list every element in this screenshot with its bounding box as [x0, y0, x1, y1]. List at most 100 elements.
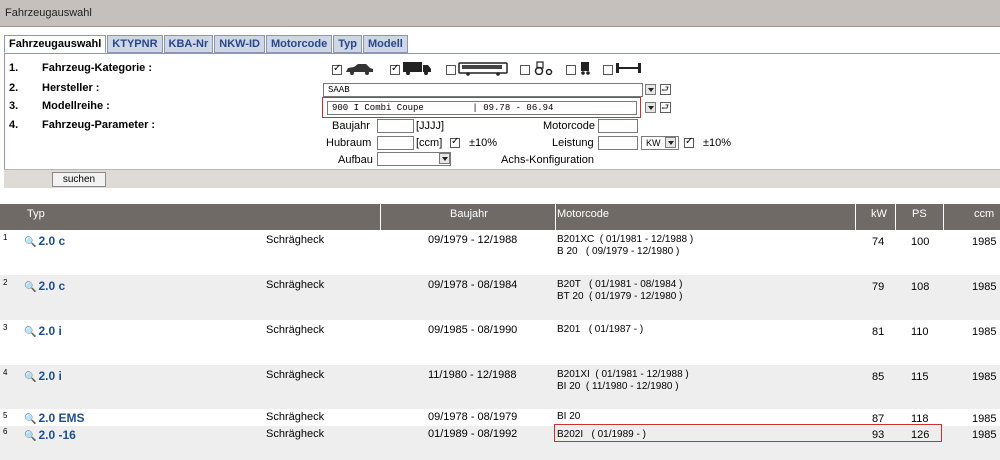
type-link[interactable]: 🔍 2.0 i	[24, 369, 62, 383]
col-header-baujahr[interactable]: Baujahr	[450, 208, 488, 220]
bus-icon	[458, 62, 508, 76]
ccm-value: 1985	[972, 371, 997, 383]
ps-value: 110	[911, 326, 929, 338]
model-series-label: Modellreihe :	[42, 100, 110, 112]
type-link[interactable]: 🔍 2.0 EMS	[24, 411, 84, 425]
table-row[interactable]: 4 🔍 2.0 i Schrägheck 11/1980 - 12/1988 B2…	[0, 365, 1000, 409]
motorcode-list: BI 20	[557, 411, 581, 422]
kw-value: 74	[872, 236, 885, 248]
category-tractor-checkbox[interactable]	[520, 65, 530, 75]
hubraum-tolerance-checkbox[interactable]	[450, 136, 460, 148]
hubraum-tolerance-label: ±10%	[469, 137, 498, 149]
ccm-value: 1985	[972, 236, 997, 248]
baujahr-label: Baujahr	[332, 120, 370, 132]
leistung-label: Leistung	[552, 137, 594, 149]
leistung-tolerance-checkbox[interactable]	[684, 136, 694, 148]
search-bar: suchen	[4, 169, 1000, 188]
ccm-value: 1985	[972, 326, 997, 338]
row-index: 6	[3, 427, 8, 436]
motorcode-label: Motorcode	[543, 120, 595, 132]
body-type: Schrägheck	[266, 234, 325, 246]
table-row[interactable]: 3 🔍 2.0 i Schrägheck 09/1985 - 08/1990 B2…	[0, 320, 1000, 365]
type-link[interactable]: 🔍 2.0 -16	[24, 428, 76, 442]
leistung-tolerance-label: ±10%	[703, 137, 732, 149]
hubraum-label: Hubraum	[326, 137, 372, 149]
table-row[interactable]: 2 🔍 2.0 c Schrägheck 09/1978 - 08/1984 B2…	[0, 275, 1000, 320]
key-icon: 🔍	[24, 372, 37, 383]
category-label: Fahrzeug-Kategorie :	[42, 62, 153, 74]
baujahr-input[interactable]	[377, 119, 414, 133]
hubraum-input[interactable]	[377, 136, 414, 150]
row-number: 4.	[9, 119, 19, 131]
col-header-ccm[interactable]: ccm	[974, 208, 994, 220]
col-header-ps[interactable]: PS	[912, 208, 927, 220]
car-icon	[346, 64, 373, 75]
highlight-box	[554, 424, 942, 442]
row-index: 4	[3, 368, 8, 377]
model-series-apply-icon[interactable]	[660, 100, 671, 116]
tractor-icon	[534, 61, 553, 75]
body-type: Schrägheck	[266, 411, 325, 423]
category-truck-checkbox[interactable]	[390, 63, 400, 75]
aufbau-dropdown-arrow[interactable]	[439, 153, 450, 164]
year-range: 09/1978 - 08/1984	[428, 279, 518, 291]
achs-konfiguration-label: Achs-Konfiguration	[501, 154, 594, 166]
category-axle-checkbox[interactable]	[603, 65, 613, 75]
tab-modell[interactable]: Modell	[362, 35, 408, 53]
model-series-dropdown-arrow[interactable]	[645, 102, 656, 113]
window-titlebar: Fahrzeugauswahl	[0, 0, 1000, 27]
kw-value: 79	[872, 281, 885, 293]
manufacturer-apply-icon[interactable]	[660, 82, 671, 98]
row-index: 3	[3, 323, 8, 332]
year-range: 11/1980 - 12/1988	[428, 369, 517, 381]
key-icon: 🔍	[24, 431, 37, 442]
key-icon: 🔍	[24, 327, 37, 338]
motorcode-list: B201 ( 01/1987 - )	[557, 324, 644, 335]
col-header-kw[interactable]: kW	[871, 208, 887, 220]
ccm-value: 1985	[972, 429, 997, 441]
tab-ktypnr[interactable]: KTYPNR	[107, 35, 163, 53]
row-index: 5	[3, 411, 8, 420]
tab-kba-nr[interactable]: KBA-Nr	[163, 35, 214, 53]
type-link[interactable]: 🔍 2.0 i	[24, 324, 62, 338]
manufacturer-select[interactable]: SAAB	[323, 83, 643, 97]
col-header-typ[interactable]: Typ	[27, 208, 45, 220]
year-range: 09/1985 - 08/1990	[428, 324, 518, 336]
manufacturer-dropdown-arrow[interactable]	[645, 84, 656, 95]
col-header-motorcode[interactable]: Motorcode	[557, 208, 609, 220]
body-type: Schrägheck	[266, 279, 325, 291]
year-range: 09/1978 - 08/1979	[428, 411, 518, 423]
type-link[interactable]: 🔍 2.0 c	[24, 234, 65, 248]
search-button[interactable]: suchen	[52, 172, 106, 187]
ccm-value: 1985	[972, 413, 997, 425]
ccm-value: 1985	[972, 281, 997, 293]
kw-value: 81	[872, 326, 885, 338]
category-car-checkbox[interactable]	[332, 63, 342, 75]
row-number: 1.	[9, 62, 19, 74]
body-type: Schrägheck	[266, 369, 325, 381]
key-icon: 🔍	[24, 237, 37, 248]
motorcode-list: B201XC ( 01/1981 - 12/1988 ) B 20 ( 09/1…	[557, 234, 694, 257]
body-type: Schrägheck	[266, 324, 325, 336]
row-index: 2	[3, 278, 8, 287]
tab-bar: Fahrzeugauswahl KTYPNR KBA-Nr NKW-ID Mot…	[4, 35, 409, 53]
row-number: 3.	[9, 100, 19, 112]
search-form-panel: 1. Fahrzeug-Kategorie : 2. Hersteller : …	[4, 53, 1000, 169]
motorcode-input[interactable]	[598, 119, 638, 133]
key-icon: 🔍	[24, 414, 37, 425]
table-row[interactable]: 1 🔍 2.0 c Schrägheck 09/1979 - 12/1988 B2…	[0, 230, 1000, 275]
tab-fahrzeugauswahl[interactable]: Fahrzeugauswahl	[4, 35, 107, 53]
truck-icon	[403, 62, 431, 75]
year-range: 01/1989 - 08/1992	[428, 428, 518, 440]
ps-value: 100	[911, 236, 930, 248]
body-type: Schrägheck	[266, 428, 325, 440]
tab-motorcode[interactable]: Motorcode	[265, 35, 333, 53]
leistung-unit-dropdown-arrow[interactable]	[665, 137, 676, 148]
leistung-input[interactable]	[598, 136, 638, 150]
tab-nkw-id[interactable]: NKW-ID	[214, 35, 265, 53]
type-link[interactable]: 🔍 2.0 c	[24, 279, 65, 293]
row-index: 1	[3, 233, 8, 242]
category-bus-checkbox[interactable]	[446, 65, 456, 75]
category-trailer-checkbox[interactable]	[566, 65, 576, 75]
tab-typ[interactable]: Typ	[333, 35, 362, 53]
